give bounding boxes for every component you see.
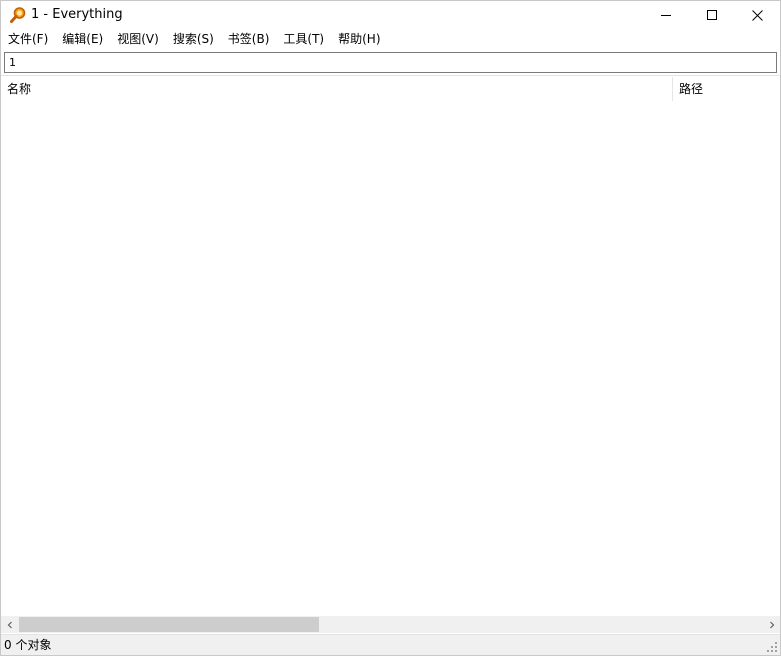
scroll-left-button[interactable]	[1, 616, 18, 633]
separator	[1, 75, 780, 76]
status-bar: 0 个对象	[1, 634, 780, 655]
menu-view[interactable]: 视图(V)	[110, 29, 166, 49]
menu-bookmarks[interactable]: 书签(B)	[221, 29, 277, 49]
window-title: 1 - Everything	[31, 7, 123, 22]
status-object-count: 0 个对象	[4, 638, 52, 652]
menu-bar: 文件(F) 编辑(E) 视图(V) 搜索(S) 书签(B) 工具(T) 帮助(H…	[1, 29, 780, 49]
chevron-left-icon	[7, 621, 12, 628]
column-header-row: 名称 路径	[1, 77, 780, 101]
magnifier-icon	[9, 6, 27, 24]
column-header-name[interactable]: 名称	[1, 77, 673, 101]
menu-search[interactable]: 搜索(S)	[166, 29, 221, 49]
results-list[interactable]: 名称 路径	[1, 77, 780, 616]
resize-grip-icon[interactable]	[766, 641, 778, 653]
menu-file[interactable]: 文件(F)	[1, 29, 55, 49]
close-button[interactable]	[734, 1, 780, 29]
chevron-right-icon	[769, 621, 774, 628]
close-icon	[751, 9, 763, 21]
title-bar[interactable]: 1 - Everything	[1, 1, 780, 29]
horizontal-scrollbar[interactable]	[1, 616, 780, 633]
maximize-button[interactable]	[689, 1, 735, 29]
search-box	[4, 52, 777, 73]
scrollbar-thumb[interactable]	[19, 617, 319, 632]
menu-edit[interactable]: 编辑(E)	[55, 29, 110, 49]
search-input[interactable]	[5, 53, 776, 72]
minimize-icon	[661, 15, 671, 16]
menu-help[interactable]: 帮助(H)	[331, 29, 387, 49]
minimize-button[interactable]	[643, 1, 689, 29]
maximize-icon	[707, 10, 717, 20]
scroll-right-button[interactable]	[763, 616, 780, 633]
everything-window: 1 - Everything 文件(F) 编辑(E) 视图(V) 搜索(S) 书…	[0, 0, 781, 656]
menu-tools[interactable]: 工具(T)	[276, 29, 331, 49]
column-header-path[interactable]: 路径	[673, 77, 780, 101]
